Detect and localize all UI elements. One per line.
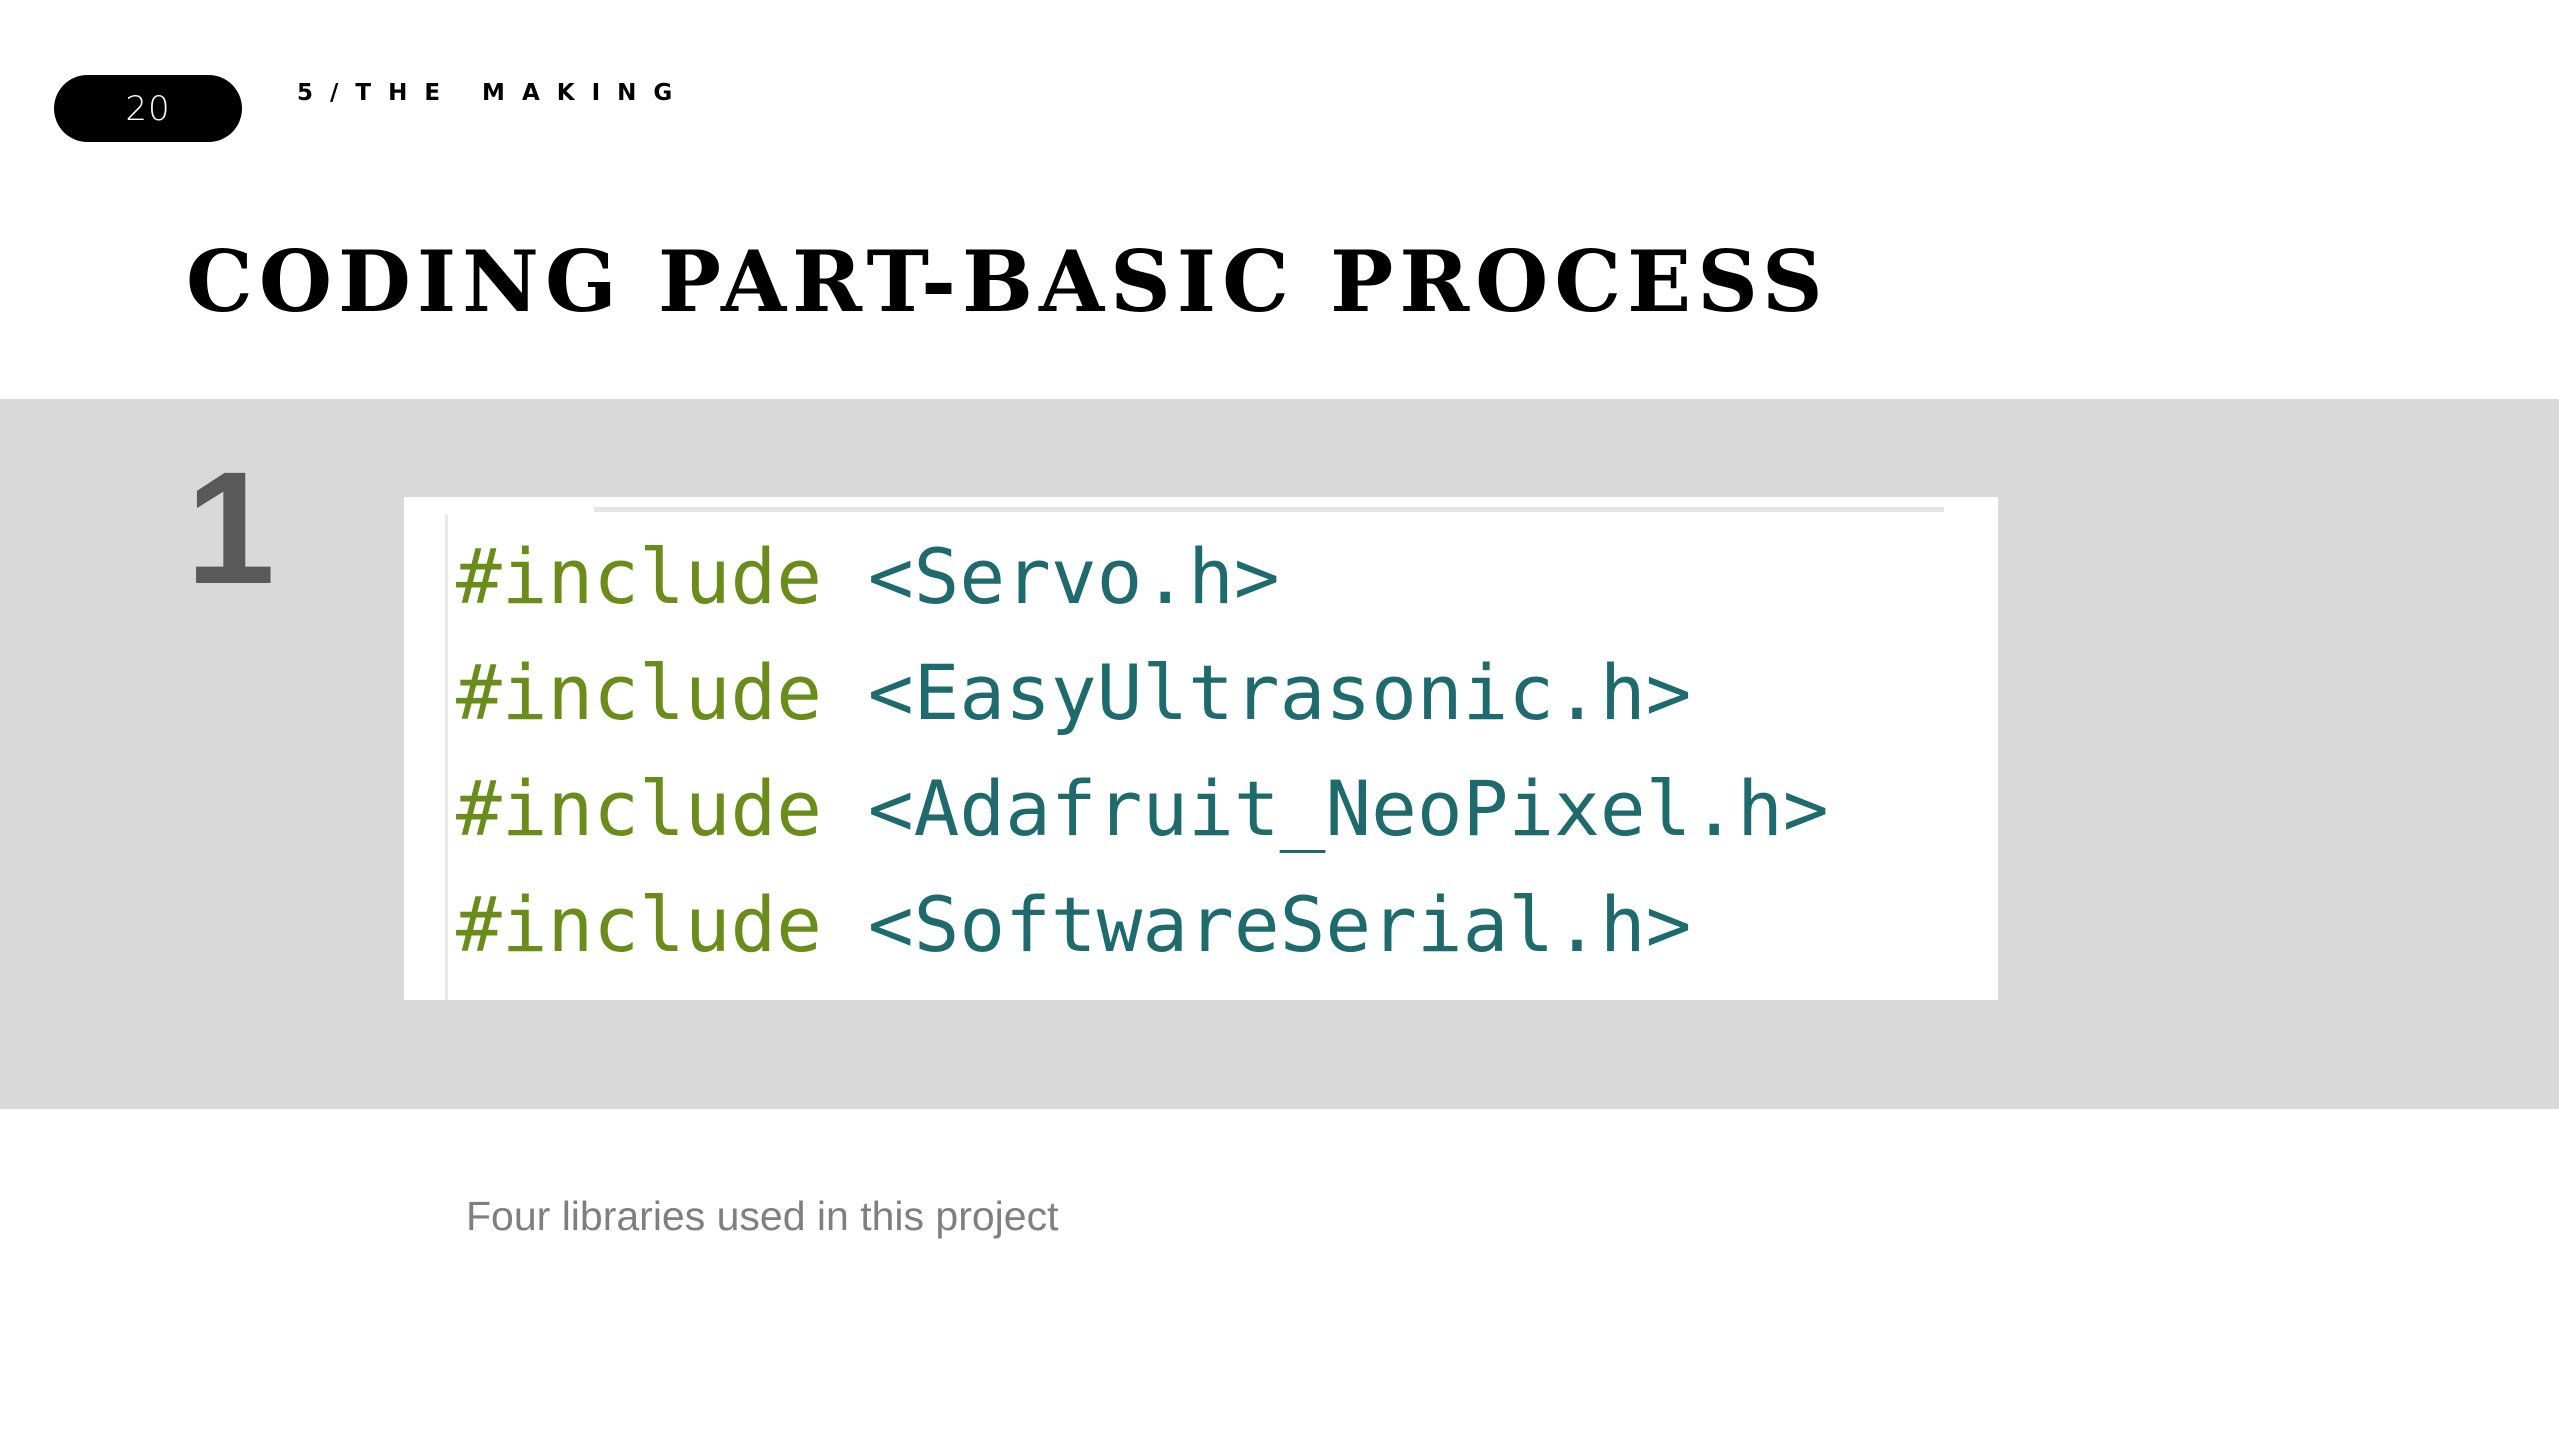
code-top-rule (594, 507, 1944, 512)
code-line: #include <Adafruit_NeoPixel.h> (456, 751, 1829, 867)
code-line: #include <SoftwareSerial.h> (456, 867, 1829, 983)
library-header: <EasyUltrasonic.h> (867, 648, 1692, 737)
library-header: <SoftwareSerial.h> (867, 880, 1692, 969)
code-gutter (445, 515, 448, 1000)
code-screenshot: #include <Servo.h> #include <EasyUltraso… (404, 497, 1998, 1000)
page-number: 20 (125, 88, 171, 129)
include-directive: #include (456, 880, 823, 969)
include-directive: #include (456, 532, 823, 621)
caption: Four libraries used in this project (466, 1193, 1059, 1239)
code-line: #include <EasyUltrasonic.h> (456, 635, 1829, 751)
include-directive: #include (456, 764, 823, 853)
section-label: 5/THE MAKING (297, 80, 690, 106)
code-lines: #include <Servo.h> #include <EasyUltraso… (456, 519, 1829, 983)
slide-title: CODING PART-BASIC PROCESS (186, 232, 1829, 331)
code-line: #include <Servo.h> (456, 519, 1829, 635)
library-header: <Adafruit_NeoPixel.h> (867, 764, 1829, 853)
include-directive: #include (456, 648, 823, 737)
library-header: <Servo.h> (867, 532, 1280, 621)
page-number-badge: 20 (54, 75, 242, 142)
step-number: 1 (186, 438, 275, 617)
